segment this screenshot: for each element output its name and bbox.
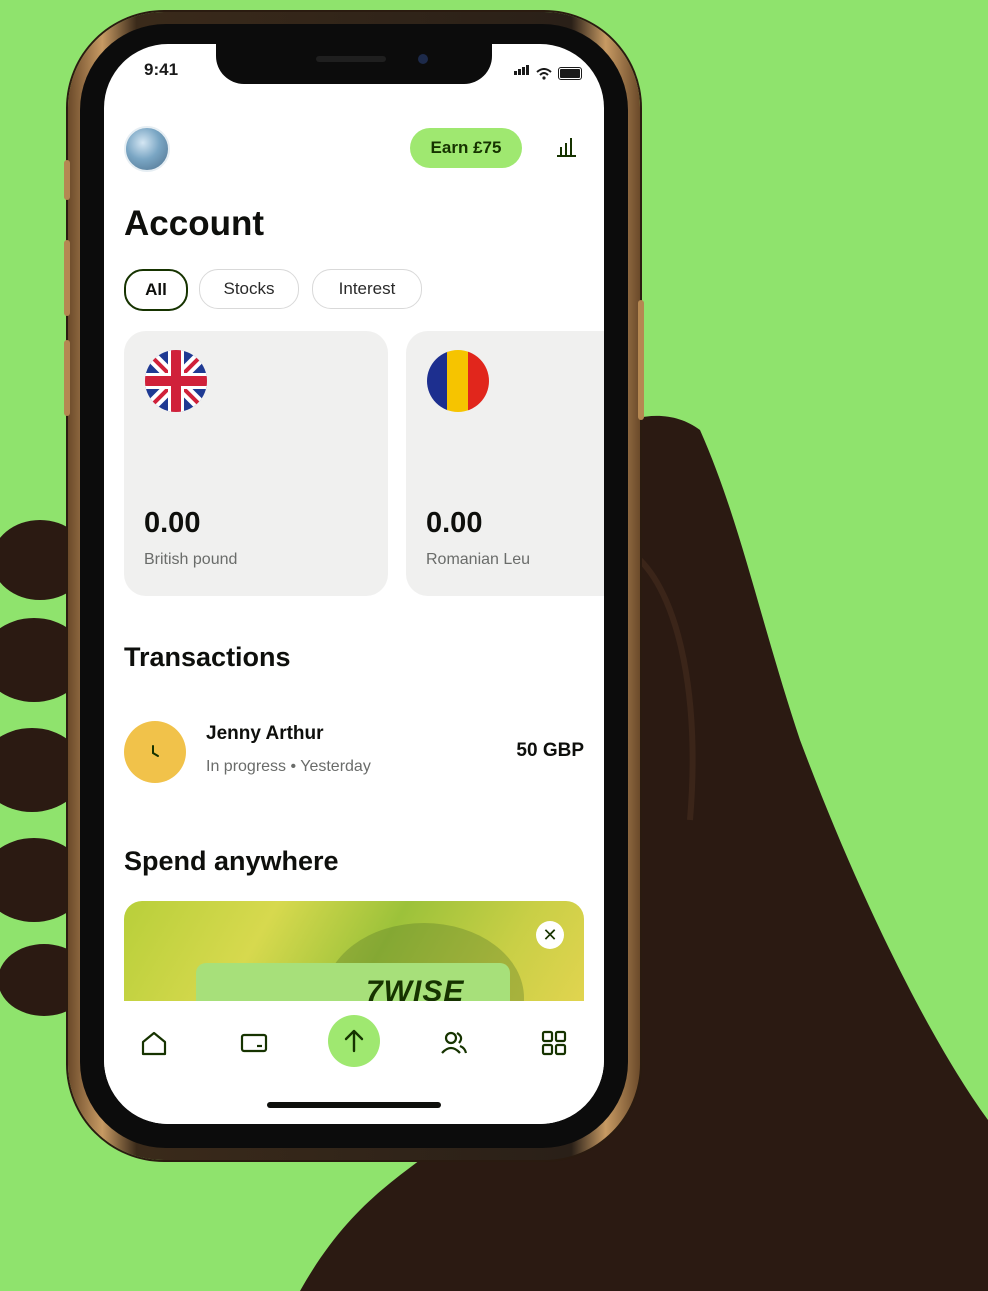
page-title: Account: [124, 204, 264, 243]
bar-chart-icon[interactable]: [554, 134, 578, 158]
notch: [216, 44, 492, 84]
uk-flag-icon: [145, 350, 207, 412]
earn-referral-button[interactable]: Earn £75: [410, 128, 522, 168]
transaction-amount: 50 GBP: [516, 740, 584, 761]
filter-chip-interest[interactable]: Interest: [312, 269, 422, 309]
tab-apps[interactable]: [534, 1023, 574, 1063]
avatar[interactable]: [124, 126, 170, 172]
volume-down-button: [64, 340, 70, 416]
speaker: [316, 56, 386, 62]
status-icons: [514, 62, 582, 80]
status-time: 9:41: [144, 60, 179, 79]
transaction-name: Jenny Arthur: [206, 723, 324, 744]
wise-card-image: 7WISE: [196, 963, 510, 1001]
front-camera: [418, 54, 428, 64]
send-icon: [344, 1029, 364, 1053]
tab-send[interactable]: [328, 1015, 380, 1067]
tab-home[interactable]: [134, 1023, 174, 1063]
filter-chip-stocks[interactable]: Stocks: [199, 269, 299, 309]
romania-flag-icon: [427, 350, 489, 412]
home-indicator[interactable]: [267, 1102, 441, 1108]
promo-banner[interactable]: 7WISE ✕: [124, 901, 584, 1001]
card-icon: [240, 1033, 268, 1053]
side-button: [64, 160, 70, 200]
power-button: [638, 300, 644, 420]
balance-currency: Romanian Leu: [426, 551, 531, 568]
apps-grid-icon: [541, 1030, 567, 1056]
balance-card-ron[interactable]: 0.00 Romanian Leu: [406, 331, 604, 596]
balance-amount: 0.00: [426, 507, 483, 539]
wifi-icon: [536, 68, 552, 80]
wise-card-logo: 7WISE: [366, 975, 465, 1001]
transactions-title: Transactions: [124, 642, 291, 672]
home-icon: [141, 1031, 167, 1056]
recipients-icon: [441, 1031, 468, 1054]
transaction-status: In progress • Yesterday: [206, 758, 371, 775]
balance-card-gbp[interactable]: 0.00 British pound: [124, 331, 388, 596]
tab-card[interactable]: [234, 1023, 274, 1063]
filter-chip-all[interactable]: All: [124, 269, 188, 311]
close-icon[interactable]: ✕: [536, 921, 564, 949]
battery-icon: [558, 67, 582, 80]
clock-icon: [124, 721, 186, 783]
volume-up-button: [64, 240, 70, 316]
app-screen: 9:41 Earn £75 Account All Stocks Interes…: [104, 44, 604, 1124]
tab-recipients[interactable]: [434, 1023, 474, 1063]
spend-anywhere-title: Spend anywhere: [124, 846, 339, 876]
signal-icon: [514, 62, 530, 80]
balance-amount: 0.00: [144, 507, 201, 539]
balance-currency: British pound: [144, 551, 238, 568]
